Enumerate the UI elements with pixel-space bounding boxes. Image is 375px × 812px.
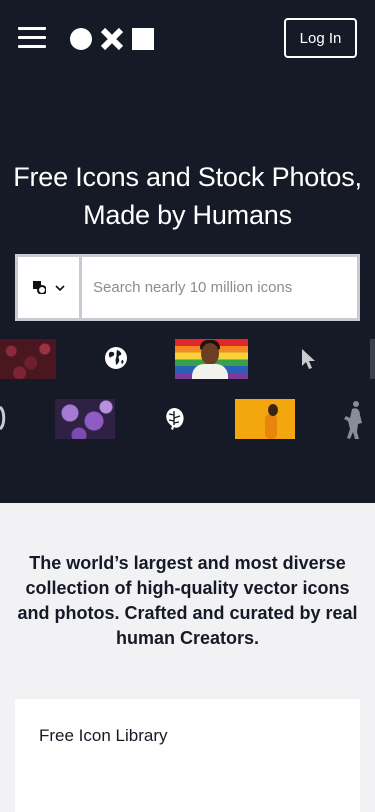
login-button[interactable]: Log In	[284, 18, 357, 58]
monstera-leaf-icon[interactable]	[165, 407, 185, 431]
logo-x-icon	[100, 27, 124, 51]
logo[interactable]	[70, 27, 156, 51]
hero-section: Log In Free Icons and Stock Photos, Made…	[0, 0, 375, 503]
search-input[interactable]	[82, 257, 357, 318]
hamburger-menu-icon[interactable]	[18, 27, 46, 49]
partial-thumbnail	[370, 339, 375, 379]
shapes-icon	[32, 281, 46, 294]
partial-icon	[0, 405, 6, 431]
search-bar	[15, 254, 360, 321]
logo-square-icon	[132, 28, 154, 50]
logo-circle-icon	[70, 28, 92, 50]
free-icon-library-card[interactable]: Free Icon Library	[15, 699, 360, 812]
card-title: Free Icon Library	[39, 726, 168, 745]
berries-photo[interactable]	[0, 339, 56, 379]
tagline-text: The world’s largest and most diverse col…	[17, 553, 358, 648]
purple-petunias-photo[interactable]	[55, 399, 115, 439]
hero-title: Free Icons and Stock Photos, Made by Hum…	[13, 162, 362, 230]
yellow-background-person-photo[interactable]	[235, 399, 295, 439]
rainbow-flag-person-photo[interactable]	[175, 339, 248, 379]
globe-icon[interactable]	[104, 346, 128, 370]
figure-silhouette-icon[interactable]	[340, 399, 370, 439]
search-type-selector[interactable]	[18, 257, 82, 318]
chevron-down-icon	[54, 284, 65, 291]
cursor-arrow-icon[interactable]	[300, 347, 318, 371]
